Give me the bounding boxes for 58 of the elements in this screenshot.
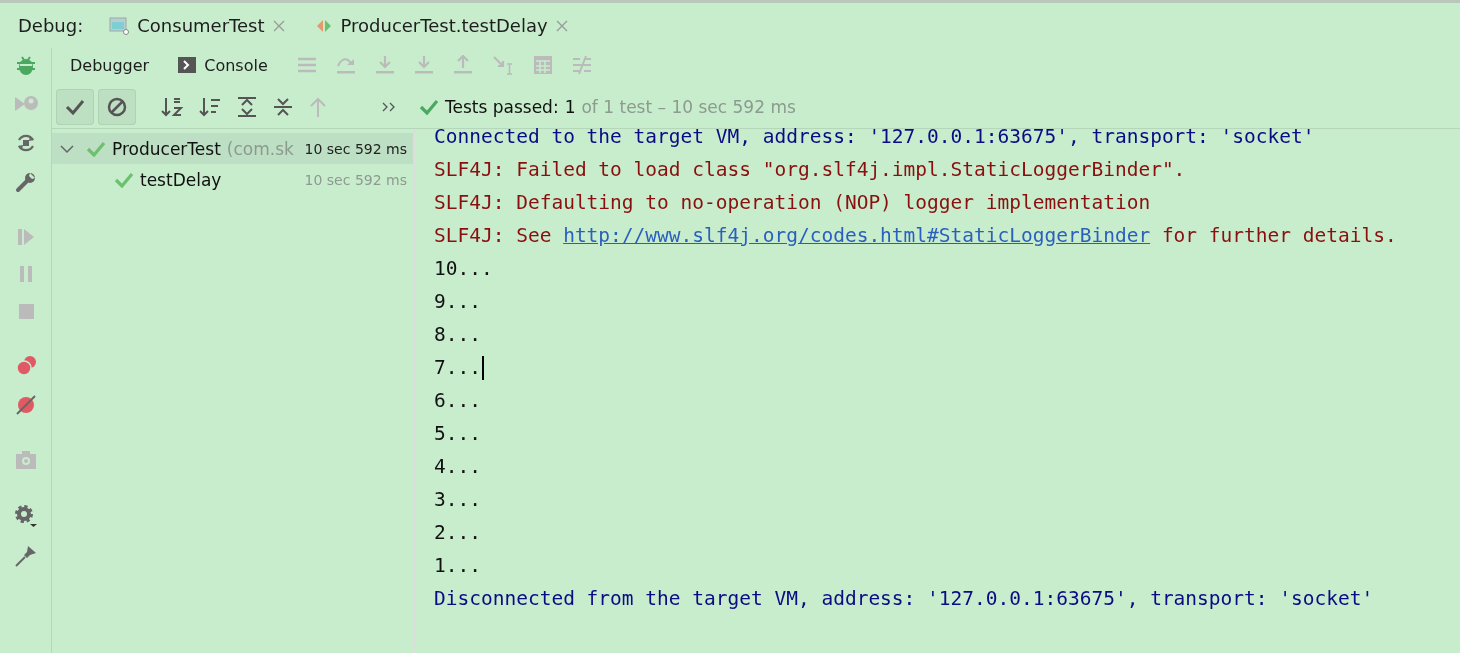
console-line: 3... — [434, 488, 481, 511]
passed-count: 1 — [564, 97, 576, 117]
trace-icon[interactable] — [571, 55, 592, 75]
console-line: Disconnected from the target VM, address: '127.0.0.1:63675', transport: 'socket' — [434, 587, 1374, 610]
step-over-icon[interactable] — [335, 55, 356, 75]
console-line: SLF4J: Failed to load class "org.slf4j.impl.StaticLoggerBinder". — [434, 158, 1186, 181]
session-tab[interactable]: ConsumerTest — [105, 11, 289, 40]
force-step-into-icon[interactable] — [413, 55, 434, 75]
view-tab[interactable]: Debugger — [70, 53, 150, 77]
console-line: 10... — [434, 257, 493, 280]
bug-icon[interactable] — [14, 54, 37, 76]
console-line: 1... — [434, 554, 481, 577]
collapse-all-icon[interactable] — [272, 96, 294, 118]
close-icon — [272, 19, 285, 32]
mute-breakpoints-icon[interactable] — [14, 394, 37, 416]
sort-alpha-icon[interactable] — [160, 96, 184, 118]
console-line: Connected to the target VM, address: '127.0.0.1:63675', transport: 'socket' — [434, 125, 1315, 148]
console-line: SLF4J: See http://www.slf4j.org/codes.html#StaticLoggerBinder for further details. — [434, 224, 1397, 247]
console-line: 8... — [434, 323, 481, 346]
view-tab[interactable]: Console — [178, 53, 268, 77]
calculator-icon[interactable] — [532, 55, 553, 75]
camera-icon[interactable] — [14, 450, 37, 470]
console-link[interactable]: http://www.slf4j.org/codes.html#StaticLoggerBinder — [563, 224, 1151, 247]
session-tab[interactable]: ProducerTest.testDelay — [310, 11, 572, 40]
tests-passed-label: Tests passed: — [445, 97, 559, 117]
check-icon — [86, 140, 106, 157]
show-passed-toggle[interactable] — [56, 89, 94, 125]
check-icon — [65, 99, 85, 115]
tree-row[interactable]: testDelay 10 sec 592 ms — [52, 164, 413, 195]
settings-icon[interactable] — [13, 504, 38, 528]
console-line: 5... — [434, 422, 481, 445]
sort-duration-icon[interactable] — [198, 96, 222, 118]
test-summary: of 1 test – 10 sec 592 ms — [581, 97, 796, 117]
console-line: 9... — [434, 290, 481, 313]
console-line: 6... — [434, 389, 481, 412]
wrench-icon[interactable] — [14, 171, 37, 193]
resume-icon[interactable] — [15, 227, 36, 247]
debug-label: Debug: — [18, 15, 84, 36]
more-icon[interactable] — [382, 102, 396, 112]
console-line: 2... — [434, 521, 481, 544]
expand-all-icon[interactable] — [236, 96, 258, 118]
window-icon — [109, 16, 130, 35]
menu-icon[interactable] — [296, 56, 317, 74]
step-into-icon[interactable] — [374, 55, 395, 75]
run-to-cursor-icon[interactable] — [491, 55, 514, 75]
breakpoints-icon[interactable] — [14, 355, 37, 377]
console-line: SLF4J: Defaulting to no-operation (NOP) logger implementation — [434, 191, 1151, 214]
check-icon — [114, 171, 134, 188]
check-icon — [419, 99, 439, 115]
console-line: 4... — [434, 455, 481, 478]
console-line: 7... — [434, 356, 481, 379]
close-icon — [555, 19, 568, 32]
ignored-icon — [107, 97, 127, 117]
step-out-icon[interactable] — [452, 55, 473, 75]
show-ignored-toggle[interactable] — [98, 89, 136, 125]
tree-row[interactable]: ProducerTest (com.sk 10 sec 592 ms — [52, 133, 413, 164]
console-icon — [178, 57, 197, 73]
up-arrow-icon[interactable] — [308, 96, 328, 118]
